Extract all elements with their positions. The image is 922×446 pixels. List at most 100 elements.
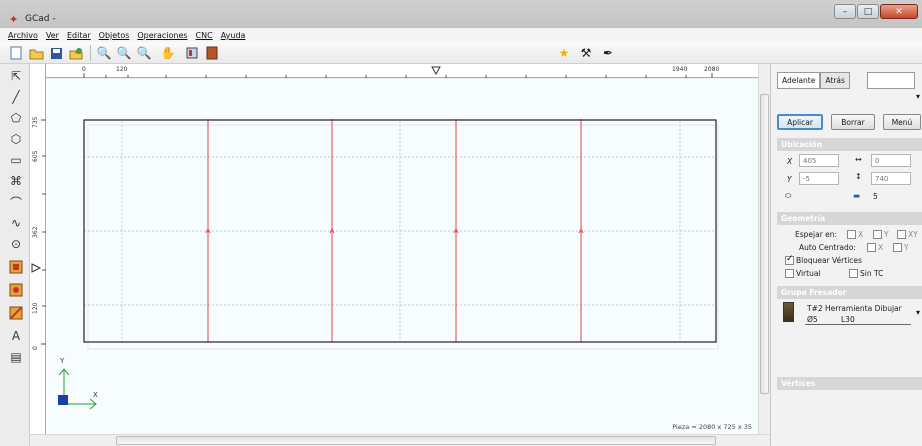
window-title: GCad - [25,14,56,24]
save-icon[interactable] [48,45,64,61]
new-file-icon[interactable] [8,45,24,61]
object-selector[interactable] [867,72,915,89]
chevron-down-icon[interactable]: ▾ [916,92,920,101]
mirror-label: Espejar en: [795,230,838,239]
horizontal-scrollbar[interactable] [30,434,770,446]
vertical-ruler: 735 605 362 120 0 [30,64,46,434]
drill-tool-icon[interactable] [8,282,24,298]
hand-pan-icon[interactable]: ✋ [160,45,176,61]
width-input[interactable]: 0 [871,154,911,167]
line-tool-icon[interactable]: ╱ [8,89,24,105]
x-position-input[interactable]: 405 [799,154,839,167]
arc-tool-icon[interactable]: ⌒ [8,194,24,210]
transform-tool-icon[interactable]: ⌘ [8,173,24,189]
select-arrow-icon[interactable]: ⇱ [8,68,24,84]
lock-vertices-checkbox[interactable]: Bloquear Vértices [785,254,862,266]
x-label: X [787,157,793,166]
depth-value: 5 [873,192,878,201]
window-controls: – □ ✕ [834,4,918,19]
height-input[interactable]: 740 [871,172,911,185]
menu-button[interactable]: Menú [883,114,921,130]
pocket-tool-icon[interactable] [8,259,24,275]
vruler-label-0: 0 [32,346,39,350]
vruler-label-605: 605 [32,150,39,162]
text-tool-icon[interactable]: A [8,328,24,344]
spline-tool-icon[interactable]: ∿ [8,215,24,231]
groove-tool-icon[interactable] [8,305,24,321]
vertical-scrollbar[interactable] [758,64,770,434]
menu-objetos[interactable]: Objetos [99,31,130,40]
menu-ver[interactable]: Ver [46,31,59,40]
vruler-label-735: 735 [32,116,39,128]
autocenter-y-checkbox[interactable]: Y [893,242,909,253]
drawing-canvas[interactable]: Y X Pieza = 2080 x 725 x 35 [46,79,758,434]
material-icon[interactable] [204,45,220,61]
tool-diameter: Ø5 [807,315,818,324]
part-drawing [58,119,719,410]
star-icon[interactable]: ★ [556,45,572,61]
location-section-header: Ubicación [777,138,922,151]
title-bar: ✦ GCad - – □ ✕ [0,0,922,28]
circle-tool-icon[interactable]: ⊙ [8,236,24,252]
tool-name: T#2 Herramienta Dibujar [807,304,902,313]
vertices-section-header: Vértices [777,377,922,390]
menu-editar[interactable]: Editar [67,31,91,40]
zoom-in-icon[interactable]: 🔍 [116,45,132,61]
sin-tc-checkbox[interactable]: Sin TC [849,268,883,279]
tools-icon[interactable]: ⚒ [578,45,594,61]
close-button[interactable]: ✕ [880,4,918,19]
menu-cnc[interactable]: CNC [196,31,213,40]
virtual-checkbox[interactable]: Virtual [785,268,821,279]
polygon-tool-icon[interactable]: ⬡ [8,131,24,147]
tool-dropdown-icon[interactable]: ▾ [916,308,920,317]
nav-tabs: Adelante Atrás [777,72,850,89]
rotation-icon: ⬭ [785,191,792,200]
tool-length: L30 [841,315,855,324]
drawing-tools-palette: ⇱ ╱ ⬠ ⬡ ▭ ⌘ ⌒ ∿ ⊙ A ▤ [0,64,30,446]
back-button[interactable]: Atrás [820,72,850,89]
export-icon[interactable] [68,45,84,61]
zoom-icon[interactable]: 🔍 [96,45,112,61]
piece-dimensions-status: Pieza = 2080 x 725 x 35 [672,423,752,431]
apply-button[interactable]: Aplicar [777,114,823,130]
horizontal-ruler: 0 120 1940 2080 [46,64,758,78]
properties-panel: Adelante Atrás ▾ Aplicar Borrar Menú Ubi… [770,64,922,446]
mirror-xy-checkbox[interactable]: XY [897,229,918,240]
menu-bar: Archivo Ver Editar Objetos Operaciones C… [0,29,922,42]
dimension-tool-icon[interactable]: ▤ [8,349,24,365]
main-toolbar: 🔍 🔍 🔍 ✋ ★ ⚒ ✒ [0,42,922,64]
tool-selector-underline [805,324,911,325]
depth-icon: ▬ [853,191,861,200]
ruler-label-0: 0 [82,66,86,73]
layers-icon[interactable] [184,45,200,61]
ruler-label-1940: 1940 [672,66,688,73]
forward-button[interactable]: Adelante [777,72,821,89]
tool-bit-icon [783,302,794,322]
menu-ayuda[interactable]: Ayuda [221,31,246,40]
mirror-x-checkbox[interactable]: X [847,229,863,240]
minimize-button[interactable]: – [834,4,856,19]
y-label: Y [787,175,792,184]
width-arrow-icon: ↔ [855,155,862,164]
app-logo-icon: ✦ [9,13,19,26]
y-position-input[interactable]: -5 [799,172,839,185]
geometry-section-header: Geometría [777,212,922,225]
rectangle-tool-icon[interactable]: ▭ [8,152,24,168]
ruler-label-120: 120 [116,66,128,73]
autocenter-x-checkbox[interactable]: X [867,242,883,253]
autocenter-label: Auto Centrado: [799,243,856,252]
axis-x-label: X [93,391,98,399]
menu-archivo[interactable]: Archivo [8,31,38,40]
polyline-tool-icon[interactable]: ⬠ [8,110,24,126]
axis-y-label: Y [60,357,65,365]
zoom-out-icon[interactable]: 🔍 [136,45,152,61]
tool-group-section-header: Grupo Fresador [777,286,922,299]
pen-icon[interactable]: ✒ [600,45,616,61]
maximize-button[interactable]: □ [857,4,879,19]
ruler-label-2080: 2080 [704,66,720,73]
delete-button[interactable]: Borrar [831,114,875,130]
menu-operaciones[interactable]: Operaciones [137,31,187,40]
open-folder-icon[interactable] [28,45,44,61]
vruler-label-362: 362 [32,226,39,238]
mirror-y-checkbox[interactable]: Y [873,229,889,240]
